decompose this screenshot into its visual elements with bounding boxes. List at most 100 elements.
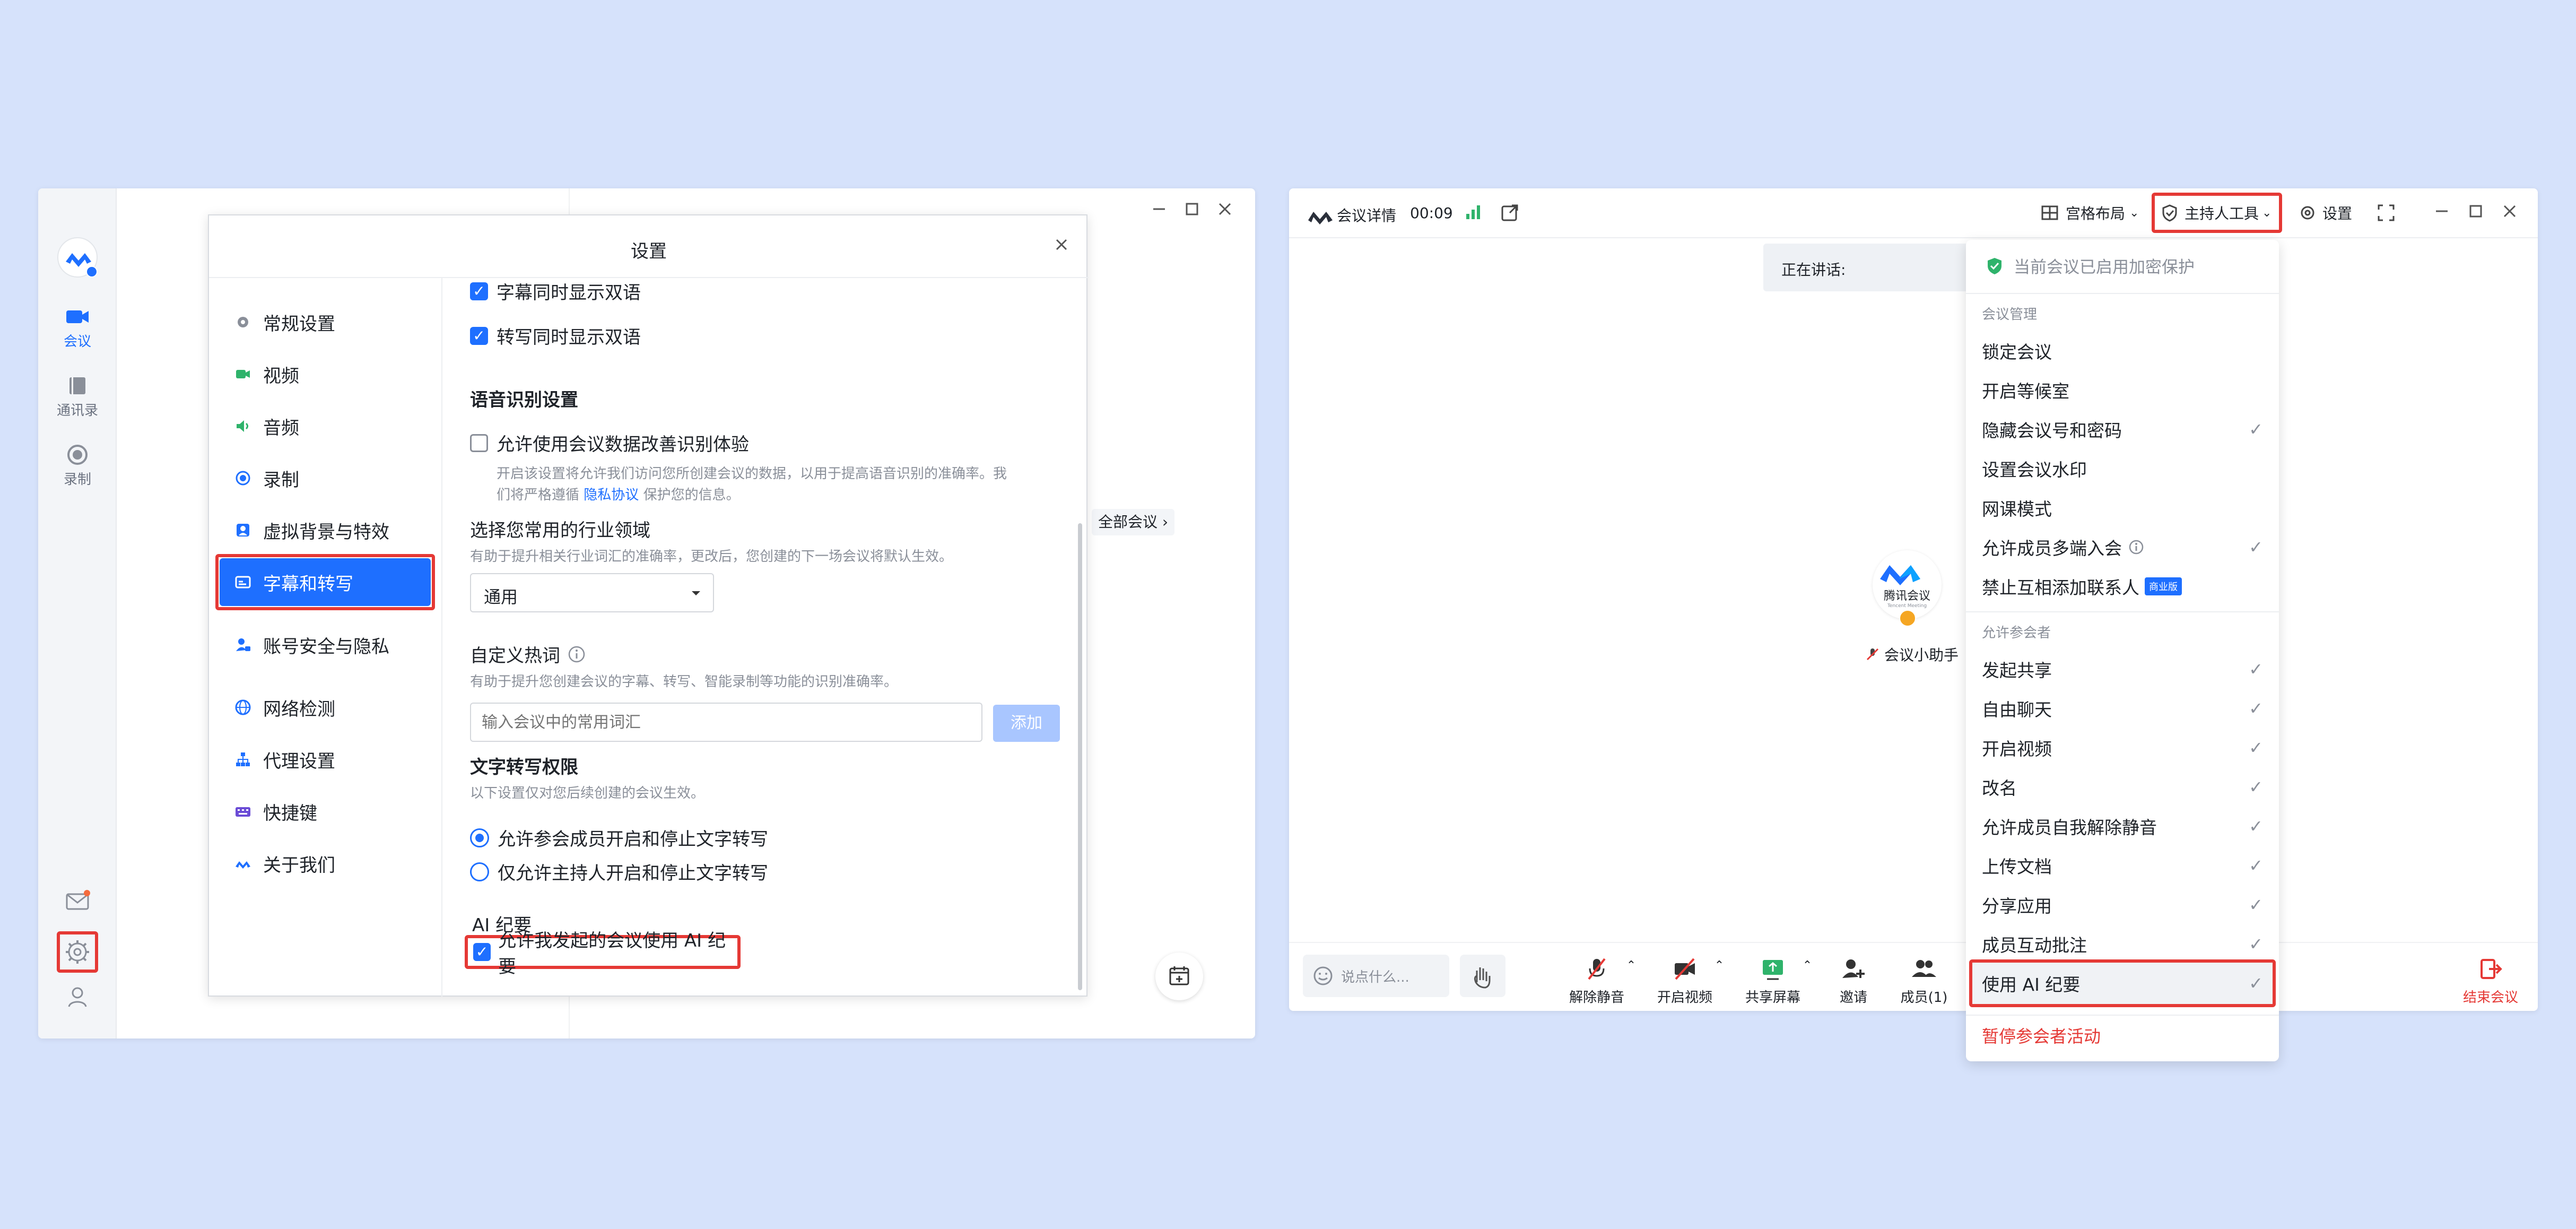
menu-item-start-video[interactable]: 开启视频 ✓ (1966, 728, 2279, 767)
settings-nav-item-general[interactable]: 常规设置 (209, 298, 432, 346)
radio-row-all[interactable]: 允许参会成员开启和停止文字转写 (470, 825, 768, 851)
menu-item-allow-share[interactable]: 发起共享 ✓ (1966, 650, 2279, 689)
radio-selected[interactable] (470, 828, 489, 847)
menu-item-share-apps[interactable]: 分享应用 ✓ (1966, 885, 2279, 924)
app-avatar[interactable] (57, 237, 98, 278)
checkbox-row-ai-summary[interactable]: ✓ 允许我发起的会议使用 AI 纪要 (465, 930, 741, 977)
settings-nav-item-video[interactable]: 视频 (209, 350, 432, 398)
end-meeting-button[interactable]: 结束会议 (2456, 956, 2525, 1006)
mic-muted-icon (1588, 958, 1606, 980)
settings-gear-button[interactable] (57, 931, 98, 973)
globe-icon (235, 699, 251, 715)
radio-row-host[interactable]: 仅允许主持人开启和停止文字转写 (470, 859, 768, 885)
settings-nav-item-audio[interactable]: 音频 (209, 402, 432, 450)
start-video-button[interactable]: 开启视频 (1653, 956, 1717, 1006)
menu-item-watermark[interactable]: 设置会议水印 (1966, 449, 2279, 488)
menu-item-multi-device[interactable]: 允许成员多端入会 ✓ (1966, 527, 2279, 567)
video-camera-icon (66, 310, 89, 323)
participant-avatar[interactable]: 腾讯会议 Tencent Meeting (1873, 550, 1942, 627)
checkbox-label: 允许使用会议数据改善识别体验 (497, 434, 749, 455)
mail-icon[interactable] (65, 889, 90, 914)
checkbox-row-improve[interactable]: 允许使用会议数据改善识别体验 (470, 430, 749, 456)
video-options-chevron[interactable]: ⌃ (1712, 959, 1726, 972)
sidebar-item-record[interactable]: 录制 (38, 444, 117, 497)
share-options-chevron[interactable]: ⌃ (1800, 959, 1814, 972)
menu-item-waiting-room[interactable]: 开启等候室 (1966, 370, 2279, 410)
gear-icon (66, 940, 89, 964)
user-icon[interactable] (65, 984, 90, 1010)
menu-item-lock-meeting[interactable]: 锁定会议 (1966, 331, 2279, 370)
unmute-button[interactable]: 解除静音 (1565, 956, 1629, 1006)
minimize-icon[interactable] (1151, 201, 1167, 217)
meeting-timer: 00:09 (1410, 204, 1453, 222)
chat-input[interactable]: 说点什么... (1303, 955, 1449, 997)
signal-icon (1464, 203, 1482, 221)
info-icon[interactable] (2128, 539, 2144, 555)
pause-participant-activity[interactable]: 暂停参会者活动 (1982, 1023, 2101, 1048)
settings-nav-item-virtual-background[interactable]: 虚拟背景与特效 (209, 506, 432, 554)
menu-item-hide-meeting-id[interactable]: 隐藏会议号和密码 ✓ (1966, 410, 2279, 449)
menu-item-annotation[interactable]: 成员互动批注 ✓ (1966, 924, 2279, 964)
settings-nav-item-proxy[interactable]: 代理设置 (209, 735, 432, 783)
calendar-add-button[interactable] (1155, 953, 1203, 1000)
menu-item-label: 发起共享 (1982, 660, 2052, 681)
settings-nav-item-network-check[interactable]: 网络检测 (209, 683, 432, 731)
checkbox-row-transcript-bilingual[interactable]: ✓ 转写同时显示双语 (470, 323, 641, 349)
menu-item-class-mode[interactable]: 网课模式 (1966, 488, 2279, 527)
menu-divider (1966, 293, 2279, 294)
emoji-icon[interactable] (1312, 965, 1334, 986)
industry-select[interactable]: 通用 (470, 573, 714, 612)
settings-nav-item-subtitles[interactable]: 字幕和转写 (220, 558, 431, 606)
all-meetings-button[interactable]: 全部会议 › (1092, 509, 1175, 535)
menu-item-upload-docs[interactable]: 上传文档 ✓ (1966, 846, 2279, 885)
radio-unselected[interactable] (470, 862, 489, 881)
checkbox-checked[interactable]: ✓ (473, 943, 491, 961)
info-icon[interactable] (568, 645, 586, 663)
unmute-options-chevron[interactable]: ⌃ (1624, 959, 1638, 972)
improve-description-line1: 开启该设置将允许我们访问您所创建会议的数据，以用于提高语音识别的准确率。我 (497, 466, 1007, 482)
settings-nav-item-account-security[interactable]: 账号安全与隐私 (209, 621, 432, 669)
sidebar-item-meeting[interactable]: 会议 (38, 306, 117, 359)
video-icon (236, 370, 250, 378)
shield-check-icon (1988, 257, 2001, 274)
checkbox-checked[interactable]: ✓ (470, 326, 488, 345)
menu-item-ai-summary[interactable]: 使用 AI 纪要 ✓ (1972, 963, 2273, 1004)
menu-item-block-add-contacts[interactable]: 禁止互相添加联系人 商业版 (1966, 567, 2279, 606)
checkbox-checked[interactable]: ✓ (470, 282, 488, 300)
maximize-icon[interactable] (2468, 203, 2484, 219)
menu-item-label: 上传文档 (1982, 856, 2052, 877)
members-button[interactable]: 成员(1) (1895, 956, 1953, 1006)
gallery-layout-button[interactable]: 宫格布局 ⌄ (2040, 202, 2139, 223)
menu-item-rename[interactable]: 改名 ✓ (1966, 767, 2279, 807)
check-icon: ✓ (2249, 855, 2263, 876)
invite-button[interactable]: 邀请 (1828, 956, 1879, 1006)
menu-item-free-chat[interactable]: 自由聊天 ✓ (1966, 689, 2279, 728)
fullscreen-icon[interactable] (2377, 203, 2396, 222)
minimize-icon[interactable] (2434, 203, 2450, 219)
settings-nav-item-record[interactable]: 录制 (209, 454, 432, 502)
host-tools-button[interactable]: 主持人工具 ⌄ (2152, 193, 2282, 233)
checkbox-unchecked[interactable] (470, 434, 488, 452)
checkbox-row-subtitle-bilingual[interactable]: ✓ 字幕同时显示双语 (470, 278, 641, 304)
dialog-close-icon[interactable] (1054, 237, 1069, 253)
close-icon[interactable] (1217, 201, 1233, 217)
settings-button[interactable]: 设置 (2298, 202, 2352, 223)
share-screen-button[interactable]: 共享屏幕 (1741, 956, 1805, 1006)
raise-hand-button[interactable] (1460, 955, 1505, 997)
menu-item-self-unmute[interactable]: 允许成员自我解除静音 ✓ (1966, 807, 2279, 846)
hotword-add-button[interactable]: 添加 (993, 705, 1060, 742)
sidebar-item-contacts[interactable]: 通讯录 (38, 375, 117, 428)
menu-divider (1966, 611, 2279, 612)
settings-nav-item-about[interactable]: 关于我们 (209, 839, 432, 887)
meeting-detail-link[interactable]: 会议详情 (1337, 204, 1396, 226)
close-icon[interactable] (2502, 203, 2518, 219)
popout-icon[interactable] (1500, 203, 1519, 222)
radio-label: 允许参会成员开启和停止文字转写 (498, 829, 768, 850)
nav-label: 常规设置 (263, 313, 335, 335)
toolbar-label: 开启视频 (1657, 990, 1712, 1006)
settings-scrollbar[interactable] (1078, 523, 1082, 990)
privacy-policy-link[interactable]: 隐私协议 (584, 487, 639, 503)
hotword-input[interactable] (470, 703, 982, 742)
settings-nav-item-shortcuts[interactable]: 快捷键 (209, 787, 432, 835)
maximize-icon[interactable] (1184, 201, 1200, 217)
